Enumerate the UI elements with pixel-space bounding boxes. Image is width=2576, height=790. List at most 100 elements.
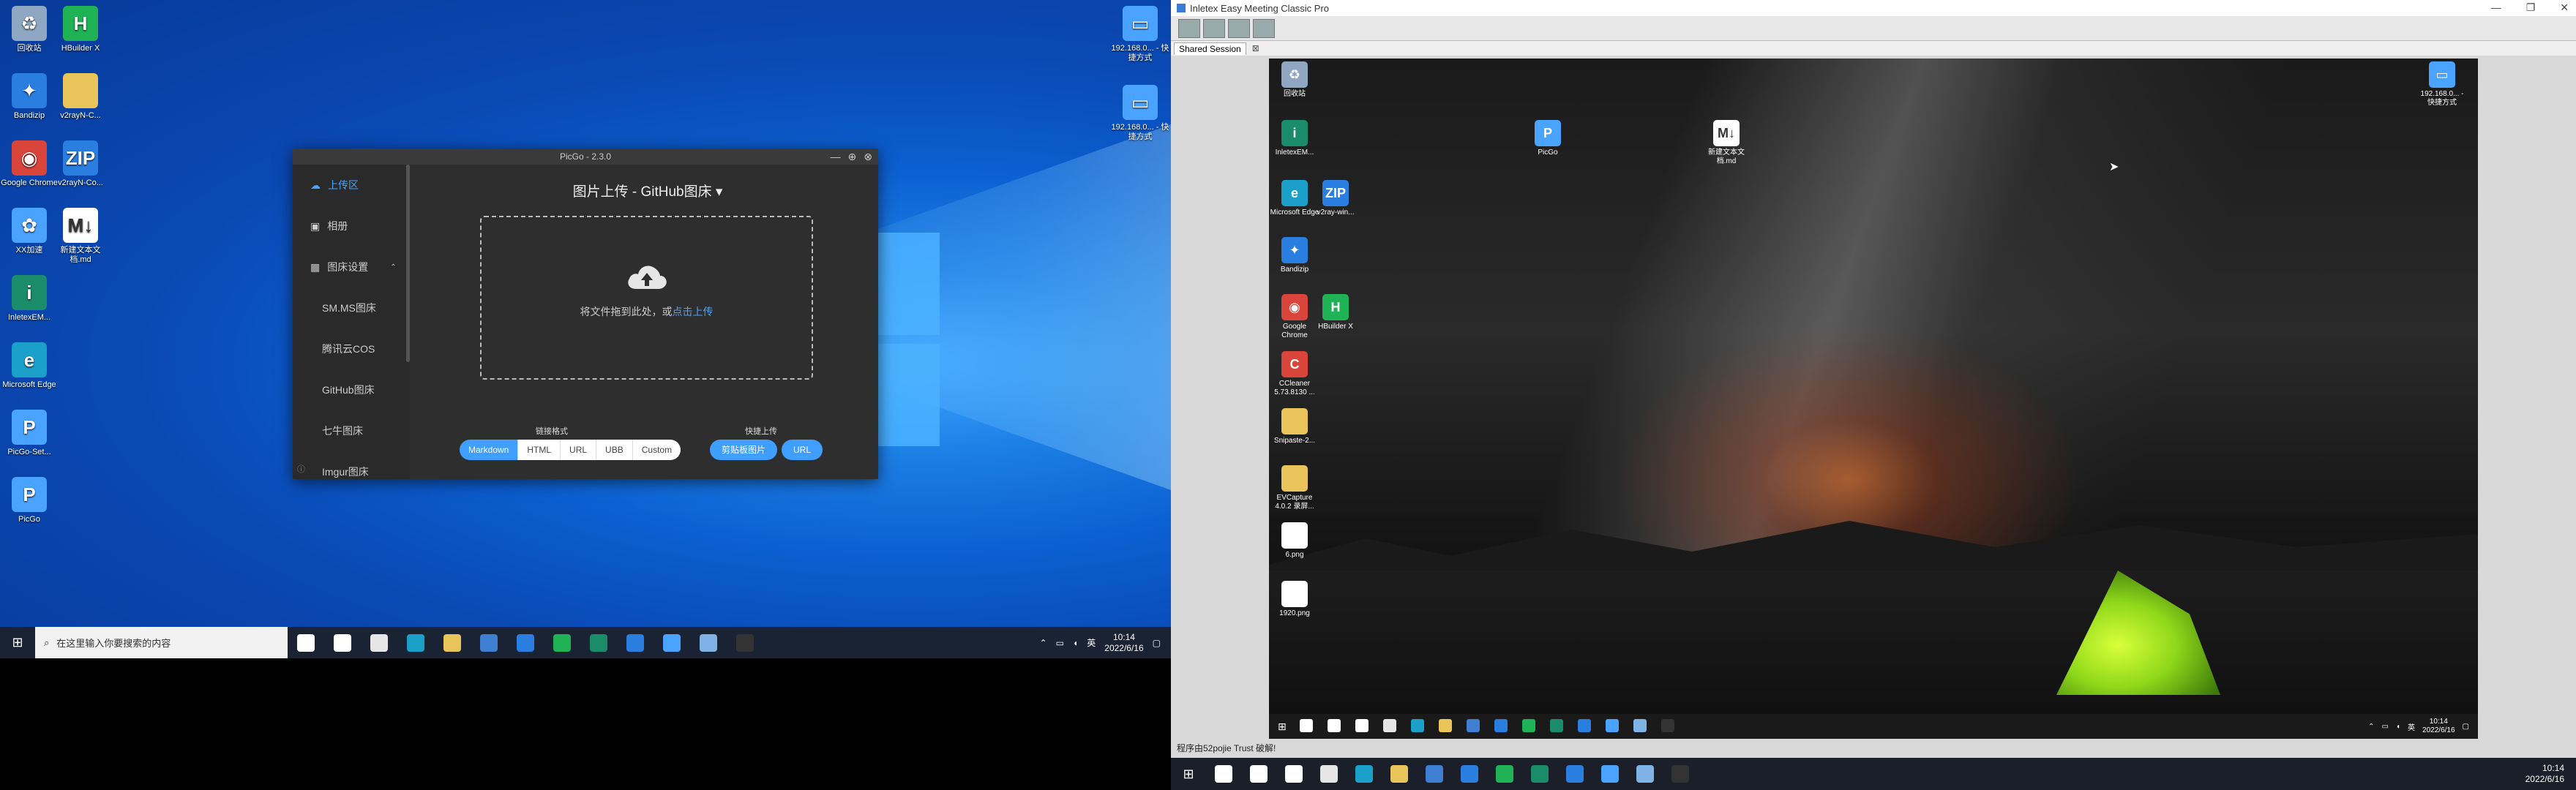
picgo-titlebar[interactable]: PicGo - 2.3.0 — ⊕ ⊗ bbox=[293, 148, 878, 165]
ime-indicator[interactable]: 英 bbox=[2408, 721, 2415, 732]
desktop-icon[interactable]: Snipaste-2... bbox=[1269, 408, 1320, 445]
windows-start-icon[interactable]: ⊞ bbox=[1278, 721, 1287, 733]
sidebar-item-imgur[interactable]: Imgur图床 bbox=[293, 451, 410, 492]
hbuilder-icon[interactable] bbox=[1521, 719, 1537, 734]
explorer-icon[interactable] bbox=[434, 627, 471, 658]
close-icon[interactable]: ✕ bbox=[2560, 1, 2569, 14]
mail-icon[interactable] bbox=[1417, 758, 1452, 790]
upload-drop-zone[interactable]: 将文件拖到此处，或点击上传 bbox=[480, 216, 813, 380]
mail-icon[interactable] bbox=[1466, 719, 1481, 734]
desktop-icon[interactable]: i InletexEM... bbox=[1269, 120, 1320, 157]
mail-icon[interactable] bbox=[471, 627, 507, 658]
sidebar-item-album[interactable]: ▣ 相册 bbox=[293, 206, 410, 247]
desktop-icon[interactable]: P PicGo bbox=[1522, 120, 1573, 157]
info-icon[interactable]: ⓘ bbox=[297, 463, 305, 475]
cortana-icon[interactable] bbox=[1327, 719, 1342, 734]
picgo-icon[interactable] bbox=[654, 627, 690, 658]
desktop-icon[interactable]: P PicGo bbox=[0, 477, 59, 524]
remote-desktop-view[interactable]: ♻ 回收站 i InletexEM... e Microsoft Edge ZIP v2ray… bbox=[1269, 59, 2478, 739]
desktop-icon[interactable]: 1920.png bbox=[1269, 581, 1320, 618]
chevron-up-icon[interactable]: ⌃ bbox=[2368, 723, 2374, 731]
desktop-icon[interactable]: 6.png bbox=[1269, 522, 1320, 560]
search-icon[interactable] bbox=[1299, 719, 1314, 734]
taskbar-clock[interactable]: 10:14 2022/6/16 bbox=[2526, 763, 2576, 785]
search-icon[interactable] bbox=[1206, 758, 1241, 790]
v2ray-icon[interactable] bbox=[1557, 758, 1592, 790]
terminal-icon[interactable] bbox=[1660, 719, 1676, 734]
terminal-icon[interactable] bbox=[727, 627, 763, 658]
remote-app-icon[interactable] bbox=[690, 627, 727, 658]
toolbar-button[interactable] bbox=[1228, 18, 1250, 38]
chevron-up-icon[interactable]: ⌃ bbox=[1040, 638, 1047, 648]
windows-start-icon[interactable]: ⊞ bbox=[0, 627, 35, 658]
picgo-icon[interactable] bbox=[1605, 719, 1620, 734]
taskbar-search-box[interactable]: ⌕ 在这里输入你要搜索的内容 bbox=[35, 627, 288, 658]
format-markdown[interactable]: Markdown bbox=[460, 440, 519, 460]
sidebar-item-smms[interactable]: SM.MS图床 bbox=[293, 287, 410, 328]
format-ubb[interactable]: UBB bbox=[596, 440, 633, 460]
explorer-icon[interactable] bbox=[1438, 719, 1453, 734]
desktop-icon[interactable]: H HBuilder X bbox=[51, 6, 110, 53]
minimize-icon[interactable]: — bbox=[831, 148, 841, 165]
speaker-icon[interactable]: ◖ bbox=[1073, 638, 1078, 648]
desktop-icon[interactable]: v2rayN-C... bbox=[51, 73, 110, 121]
clipboard-upload-button[interactable]: 剪贴板图片 bbox=[710, 440, 778, 460]
desktop-icon[interactable]: M↓ 新建文本文档.md bbox=[1701, 120, 1752, 166]
inletex-icon[interactable] bbox=[1522, 758, 1557, 790]
desktop-icon[interactable]: ♻ 回收站 bbox=[0, 6, 59, 53]
task-view-icon[interactable] bbox=[1355, 719, 1370, 734]
desktop-icon[interactable]: M↓ 新建文本文档.md bbox=[51, 208, 110, 265]
store-icon[interactable] bbox=[1382, 719, 1398, 734]
cortana-icon[interactable] bbox=[1241, 758, 1276, 790]
picgo-icon[interactable] bbox=[1592, 758, 1628, 790]
url-upload-button[interactable]: URL bbox=[782, 440, 823, 460]
desktop-icon[interactable]: ▭ 192.168.0... - 快捷方式 bbox=[1111, 85, 1169, 142]
desktop-icon[interactable]: H HBuilder X bbox=[1310, 294, 1361, 331]
terminal-icon[interactable] bbox=[1663, 758, 1698, 790]
windows-start-icon[interactable]: ⊞ bbox=[1171, 758, 1206, 790]
restore-icon[interactable]: ❐ bbox=[2526, 1, 2536, 14]
hbuilder-icon[interactable] bbox=[544, 627, 580, 658]
inletex-icon[interactable] bbox=[1549, 719, 1565, 734]
desktop-icon[interactable]: P PicGo-Set... bbox=[0, 410, 59, 457]
v2ray-icon[interactable] bbox=[617, 627, 654, 658]
sidebar-item-tencent-cos[interactable]: 腾讯云COS bbox=[293, 328, 410, 369]
close-icon[interactable]: ⊗ bbox=[864, 148, 872, 165]
format-url[interactable]: URL bbox=[561, 440, 597, 460]
sidebar-item-upload[interactable]: ☁ 上传区 bbox=[293, 165, 410, 206]
remote-clock[interactable]: 10:14 2022/6/16 bbox=[2422, 718, 2455, 735]
edge-icon[interactable] bbox=[1347, 758, 1382, 790]
sidebar-item-image-host-settings[interactable]: ▦ 图床设置 ⌃ bbox=[293, 247, 410, 287]
desktop-icon[interactable]: ✦ Bandizip bbox=[1269, 237, 1320, 274]
desktop-icon[interactable]: C CCleaner 5.73.8130 ... bbox=[1269, 351, 1320, 397]
remote-app-icon[interactable] bbox=[1628, 758, 1663, 790]
desktop-icon[interactable]: ✦ Bandizip bbox=[0, 73, 59, 121]
sidebar-scrollbar[interactable] bbox=[406, 165, 410, 362]
bandizip-icon[interactable] bbox=[507, 627, 544, 658]
task-view-icon[interactable] bbox=[324, 627, 361, 658]
v2ray-icon[interactable] bbox=[1577, 719, 1592, 734]
network-icon[interactable]: ▭ bbox=[2382, 723, 2389, 731]
desktop-icon[interactable]: ZIP v2ray-win... bbox=[1310, 180, 1361, 217]
notification-icon[interactable]: ▢ bbox=[1153, 638, 1161, 648]
desktop-icon[interactable]: ▭ 192.168.0... - 快捷方式 bbox=[2416, 61, 2468, 108]
upload-heading[interactable]: 图片上传 - GitHub图床 ▾ bbox=[417, 181, 878, 200]
sidebar-item-qiniu[interactable]: 七牛图床 bbox=[293, 410, 410, 451]
desktop-icon[interactable]: ◉ Google Chrome bbox=[0, 140, 59, 188]
remote-app-titlebar[interactable]: Inletex Easy Meeting Classic Pro — ❐ ✕ bbox=[1171, 0, 2576, 16]
tab-close-icon[interactable]: ⊠ bbox=[1252, 43, 1259, 53]
taskbar-clock[interactable]: 10:14 2022/6/16 bbox=[1104, 632, 1143, 654]
desktop-icon[interactable]: ▭ 192.168.0... - 快捷方式 bbox=[1111, 6, 1169, 63]
toolbar-button[interactable] bbox=[1203, 18, 1225, 38]
settings-icon[interactable]: ⊕ bbox=[848, 148, 857, 165]
minimize-icon[interactable]: — bbox=[2491, 1, 2501, 14]
tab-shared-session[interactable]: Shared Session bbox=[1174, 42, 1246, 55]
desktop-icon[interactable]: ✿ XX加速 bbox=[0, 208, 59, 255]
desktop-icon[interactable]: i InletexEM... bbox=[0, 275, 59, 323]
toolbar-button[interactable] bbox=[1178, 18, 1200, 38]
toolbar-button[interactable] bbox=[1253, 18, 1275, 38]
ime-indicator[interactable]: 英 bbox=[1087, 636, 1096, 649]
explorer-icon[interactable] bbox=[1382, 758, 1417, 790]
network-icon[interactable]: ▭ bbox=[1056, 638, 1064, 648]
remote-app-icon[interactable] bbox=[1633, 719, 1648, 734]
